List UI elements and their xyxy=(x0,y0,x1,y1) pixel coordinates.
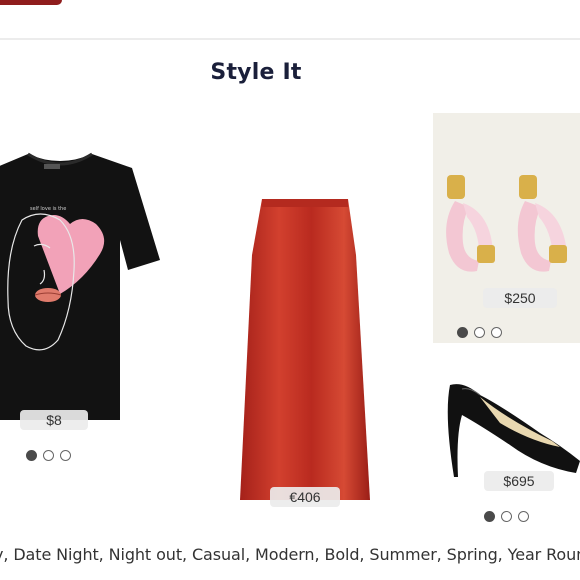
product-earrings[interactable]: $250 xyxy=(433,113,580,343)
carousel-dot-3[interactable] xyxy=(491,327,502,338)
tshirt-image: self love is the xyxy=(0,152,160,420)
skirt-image xyxy=(240,199,370,500)
carousel-dot-1[interactable] xyxy=(484,511,495,522)
carousel-dots xyxy=(26,450,71,461)
header-accent xyxy=(0,0,62,5)
product-skirt[interactable]: €406 xyxy=(230,195,380,515)
product-pumps[interactable]: $695 xyxy=(440,375,580,500)
carousel-dot-1[interactable] xyxy=(457,327,468,338)
tshirt-print-text: self love is the xyxy=(30,206,66,212)
earrings-image xyxy=(446,175,567,272)
pumps-image xyxy=(447,384,580,477)
price-tag: $250 xyxy=(483,288,557,308)
carousel-dot-2[interactable] xyxy=(501,511,512,522)
carousel-dots xyxy=(457,327,502,338)
price-tag: $695 xyxy=(484,471,554,491)
price-tag: €406 xyxy=(270,487,340,507)
carousel-dot-3[interactable] xyxy=(518,511,529,522)
product-tshirt[interactable]: self love is the $8 xyxy=(0,150,160,430)
style-tags: y, Date Night, Night out, Casual, Modern… xyxy=(0,545,580,564)
carousel-dot-3[interactable] xyxy=(60,450,71,461)
header-bar xyxy=(0,0,580,40)
carousel-dot-2[interactable] xyxy=(474,327,485,338)
carousel-dot-1[interactable] xyxy=(26,450,37,461)
carousel-dots xyxy=(484,511,529,522)
price-tag: $8 xyxy=(20,410,88,430)
carousel-dot-2[interactable] xyxy=(43,450,54,461)
section-title: Style It xyxy=(210,60,302,85)
